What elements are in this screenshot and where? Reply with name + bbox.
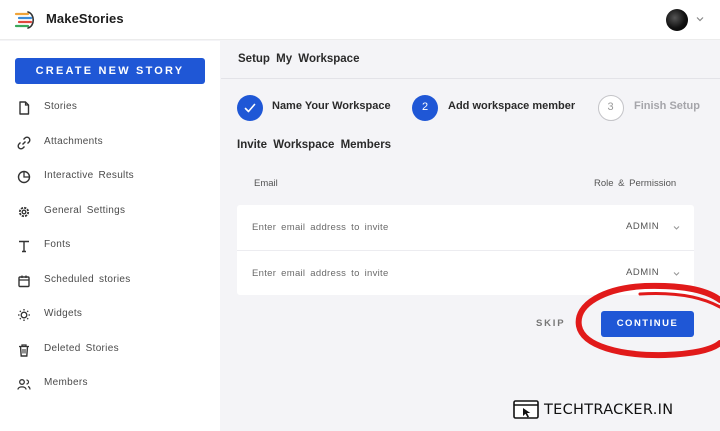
chevron-down-icon <box>673 226 680 230</box>
font-icon <box>19 240 29 253</box>
sidebar-item-label: Attachments <box>44 136 103 147</box>
role-column-header: Role & Permission <box>594 178 677 189</box>
sidebar-item-label: Interactive Results <box>44 170 134 181</box>
step-2-label: Add workspace member <box>448 100 576 112</box>
page-title: Setup My Workspace <box>238 53 360 65</box>
email-column-header: Email <box>254 178 278 189</box>
widget-icon <box>18 309 30 321</box>
pie-chart-icon <box>17 170 31 184</box>
step-1-label: Name Your Workspace <box>272 100 391 112</box>
sidebar-item-label: General Settings <box>44 205 126 216</box>
role-dropdown[interactable]: ADMIN <box>612 267 684 281</box>
sidebar-item-general-settings[interactable]: General Settings <box>16 201 216 223</box>
sidebar-item-label: Fonts <box>44 239 71 250</box>
brand-name: MakeStories <box>46 11 124 26</box>
sidebar-item-deleted-stories[interactable]: Deleted Stories <box>16 339 216 361</box>
email-input[interactable] <box>252 265 552 281</box>
sidebar-item-fonts[interactable]: Fonts <box>16 235 216 257</box>
sidebar-item-label: Widgets <box>44 308 83 319</box>
sidebar-item-label: Deleted Stories <box>44 343 119 354</box>
sidebar-item-attachments[interactable]: Attachments <box>16 132 216 154</box>
step-3-label: Finish Setup <box>634 100 700 112</box>
continue-button[interactable]: CONTINUE <box>601 311 694 337</box>
sidebar-item-members[interactable]: Members <box>16 373 216 395</box>
sidebar-item-label: Scheduled stories <box>44 274 131 285</box>
document-icon <box>19 101 30 115</box>
gear-icon <box>18 206 30 218</box>
sidebar-item-scheduled-stories[interactable]: Scheduled stories <box>16 270 216 292</box>
step-2-indicator: 2 <box>412 95 438 121</box>
chevron-down-icon <box>673 272 680 276</box>
top-bar: MakeStories <box>0 0 720 40</box>
invite-members-card: ADMIN ADMIN <box>237 205 694 295</box>
user-avatar[interactable] <box>666 9 688 31</box>
sidebar-item-interactive-results[interactable]: Interactive Results <box>16 166 216 188</box>
sidebar-item-label: Members <box>44 377 88 388</box>
role-dropdown[interactable]: ADMIN <box>612 221 684 235</box>
link-icon <box>17 136 31 150</box>
email-input[interactable] <box>252 219 552 235</box>
sidebar: CREATE NEW STORY Stories Attachments Int… <box>0 41 220 431</box>
invite-row: ADMIN <box>237 250 694 295</box>
create-new-story-button[interactable]: CREATE NEW STORY <box>15 58 205 84</box>
role-value: ADMIN <box>626 221 660 232</box>
cursor-window-icon <box>513 400 539 419</box>
makestories-logo-icon[interactable] <box>14 9 36 31</box>
chevron-down-icon[interactable] <box>694 13 706 25</box>
step-1-indicator <box>237 95 263 121</box>
sidebar-item-label: Stories <box>44 101 78 112</box>
setup-header: Setup My Workspace <box>221 41 720 79</box>
users-icon <box>17 379 31 390</box>
trash-icon <box>19 344 29 357</box>
step-3-indicator: 3 <box>598 95 624 121</box>
check-icon <box>244 103 256 113</box>
invite-section-title: Invite Workspace Members <box>237 139 392 151</box>
sidebar-item-stories[interactable]: Stories <box>16 97 216 119</box>
invite-row: ADMIN <box>237 205 694 250</box>
sidebar-item-widgets[interactable]: Widgets <box>16 304 216 326</box>
role-value: ADMIN <box>626 267 660 278</box>
watermark-text: TECHTRACKER.IN <box>544 402 674 418</box>
step-3-number: 3 <box>607 101 614 113</box>
skip-button[interactable]: SKIP <box>536 318 565 329</box>
step-2-number: 2 <box>421 101 429 113</box>
calendar-icon <box>18 275 30 288</box>
main-content: Setup My Workspace Name Your Workspace 2… <box>221 41 720 431</box>
